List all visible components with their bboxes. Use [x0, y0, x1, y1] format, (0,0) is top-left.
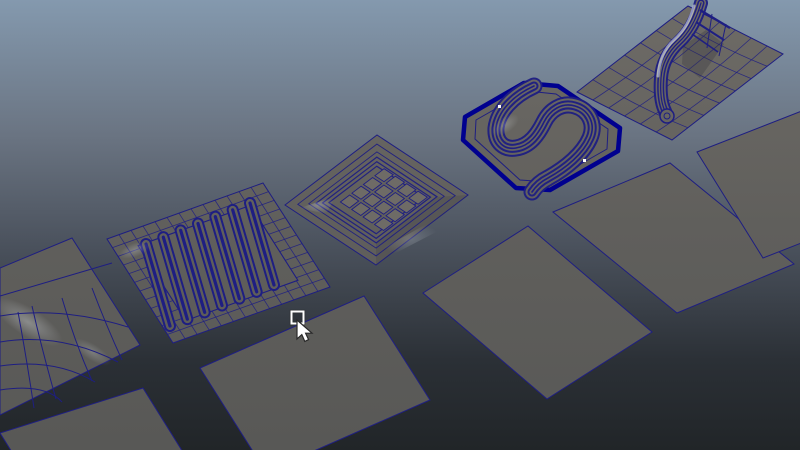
vertex-marker — [583, 159, 586, 162]
3d-viewport[interactable] — [0, 0, 800, 450]
vertex-marker — [498, 105, 501, 108]
viewport-stage — [0, 0, 800, 450]
